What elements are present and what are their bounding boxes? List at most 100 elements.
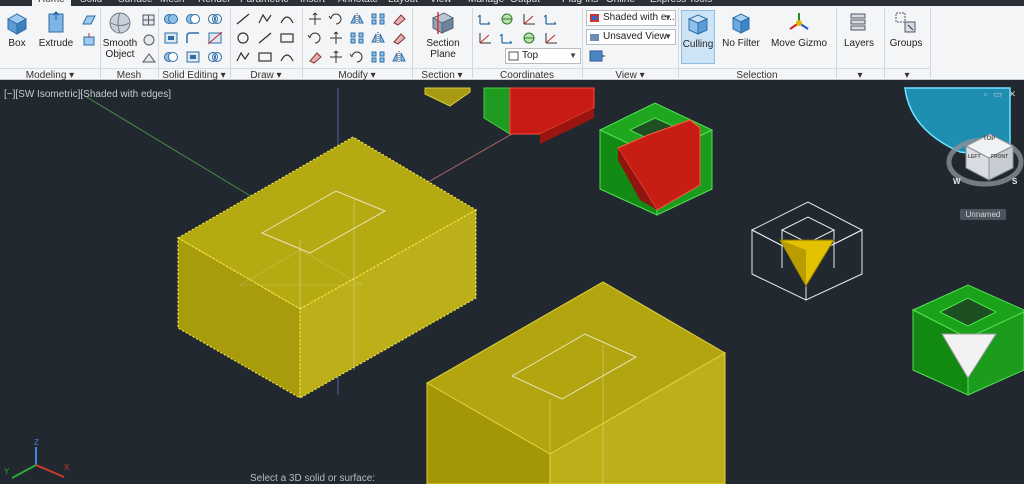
ribbon-tab-express-tools[interactable]: Express Tools: [650, 0, 712, 5]
coordinates-panel-label[interactable]: Coordinates: [472, 68, 582, 81]
viewcube-ucs-menu[interactable]: Unnamed: [960, 209, 1006, 220]
rotate-button[interactable]: [306, 30, 324, 46]
layers-button[interactable]: Layers: [840, 10, 878, 64]
ribbon-tab-output[interactable]: Output: [510, 0, 540, 5]
camera-icon: [589, 32, 600, 42]
green-cube-notched[interactable]: [598, 102, 714, 216]
mirror-button[interactable]: [348, 11, 366, 27]
groups-button[interactable]: Groups: [886, 10, 926, 64]
rectangle-button[interactable]: [256, 49, 274, 65]
ucs-view-dropdown[interactable]: Top ▼: [505, 48, 581, 64]
wireframe-cube[interactable]: [750, 201, 864, 301]
mesh-tool-1[interactable]: [140, 12, 158, 28]
selection-panel-label[interactable]: Selection: [678, 68, 836, 81]
rectangle-button[interactable]: [278, 30, 296, 46]
culling-label: Culling: [682, 39, 714, 50]
viewport-config-button[interactable]: [588, 48, 606, 64]
extrude-button[interactable]: Extrude: [36, 10, 76, 64]
section-plane-button[interactable]: Section Plane: [420, 10, 466, 64]
ribbon-tab-insert[interactable]: Insert: [300, 0, 325, 5]
ucs-button[interactable]: [498, 30, 516, 46]
viewport-window-controls[interactable]: ▫ ▭ ✕: [984, 89, 1018, 100]
ribbon-tab-render[interactable]: Render: [198, 0, 231, 5]
modeling-panel-label[interactable]: Modeling ▾: [0, 68, 100, 81]
union-button[interactable]: [162, 11, 180, 27]
ucs-button[interactable]: [476, 11, 494, 27]
rotate-button[interactable]: [327, 11, 345, 27]
mirror-button[interactable]: [369, 30, 387, 46]
mesh-tool-2[interactable]: [140, 32, 158, 48]
arc-button[interactable]: [278, 11, 296, 27]
modify-panel-label[interactable]: Modify ▾: [302, 68, 412, 81]
ucs-world-button[interactable]: [520, 30, 538, 46]
intersect-button[interactable]: [206, 49, 224, 65]
ribbon-tab-surface[interactable]: Surface: [118, 0, 152, 5]
ribbon-tab-layout[interactable]: Layout: [388, 0, 418, 5]
mesh-tool-3[interactable]: [140, 50, 158, 66]
arc-button[interactable]: [278, 49, 296, 65]
selected-yellow-box[interactable]: [176, 136, 478, 400]
polyline-button[interactable]: [256, 11, 274, 27]
yellow-box-lower[interactable]: [425, 281, 726, 484]
move-button[interactable]: [327, 30, 345, 46]
mirror-button[interactable]: [390, 49, 408, 65]
line-button[interactable]: [234, 11, 252, 27]
move-gizmo-button[interactable]: Move Gizmo: [770, 10, 828, 64]
view-panel-label[interactable]: View ▾: [582, 68, 678, 81]
rotate-button[interactable]: [348, 49, 366, 65]
erase-button[interactable]: [390, 11, 408, 27]
culling-button[interactable]: Culling: [681, 10, 715, 64]
mesh-panel-label[interactable]: Mesh: [100, 68, 158, 81]
subtract-button[interactable]: [184, 11, 202, 27]
drawing-viewport[interactable]: Z Y X [−][SW Isometric][Shaded with edge…: [0, 81, 1024, 484]
visual-style-icon: [589, 13, 600, 23]
ribbon-tab-parametric[interactable]: Parametric: [240, 0, 288, 5]
subtract-button[interactable]: [162, 49, 180, 65]
move-gizmo-label: Move Gizmo: [770, 38, 828, 49]
presspull-button[interactable]: [80, 32, 98, 48]
viewport-label[interactable]: [−][SW Isometric][Shaded with edges]: [4, 89, 171, 100]
polysolid-button[interactable]: [80, 12, 98, 28]
section-label-1: Section: [426, 38, 460, 49]
extract-face-button[interactable]: [184, 49, 202, 65]
saved-view-dropdown[interactable]: Unsaved View ▼: [586, 29, 676, 45]
ribbon-tab-manage[interactable]: Manage: [468, 0, 504, 5]
ribbon-tab-mesh[interactable]: Mesh: [160, 0, 184, 5]
ribbon-tab-online[interactable]: Online: [606, 0, 635, 5]
array-button[interactable]: [369, 49, 387, 65]
groups-panel-expander[interactable]: ▾: [884, 68, 930, 81]
solid-editing-panel-label[interactable]: Solid Editing ▾: [158, 68, 230, 81]
fillet-edge-button[interactable]: [184, 30, 202, 46]
extract-face-button[interactable]: [162, 30, 180, 46]
partial-yellow-box[interactable]: [424, 87, 471, 107]
move-button[interactable]: [327, 49, 345, 65]
box-button[interactable]: Box: [2, 10, 32, 64]
draw-panel-label[interactable]: Draw ▾: [230, 68, 302, 81]
move-button[interactable]: [306, 11, 324, 27]
smooth-object-button[interactable]: Smooth Object: [102, 10, 138, 64]
ribbon-tab-plug-ins[interactable]: Plug-ins: [562, 0, 598, 5]
ribbon-tab-annotate[interactable]: Annotate: [338, 0, 378, 5]
circle-button[interactable]: [234, 30, 252, 46]
ucs-axis-button[interactable]: [542, 30, 560, 46]
section-panel-label[interactable]: Section ▾: [412, 68, 472, 81]
layers-panel-expander[interactable]: ▾: [836, 68, 884, 81]
green-red-cube-top[interactable]: [483, 87, 595, 144]
ribbon-tab-view[interactable]: View: [430, 0, 452, 5]
intersect-button[interactable]: [206, 11, 224, 27]
ucs-axis-button[interactable]: [520, 11, 538, 27]
ucs-button[interactable]: [542, 11, 560, 27]
erase-button[interactable]: [390, 30, 408, 46]
visual-style-dropdown[interactable]: Shaded with e... ▼: [586, 10, 676, 26]
array-button[interactable]: [369, 11, 387, 27]
array-button[interactable]: [348, 30, 366, 46]
ucs-world-button[interactable]: [498, 11, 516, 27]
slice-button[interactable]: [206, 30, 224, 46]
erase-button[interactable]: [306, 49, 324, 65]
green-cube-right[interactable]: [911, 284, 1024, 396]
line-button[interactable]: [256, 30, 274, 46]
ribbon-tab-solid[interactable]: Solid: [80, 0, 102, 5]
polyline-button[interactable]: [234, 49, 252, 65]
no-filter-button[interactable]: No Filter: [720, 10, 762, 64]
ucs-axis-button[interactable]: [476, 30, 494, 46]
